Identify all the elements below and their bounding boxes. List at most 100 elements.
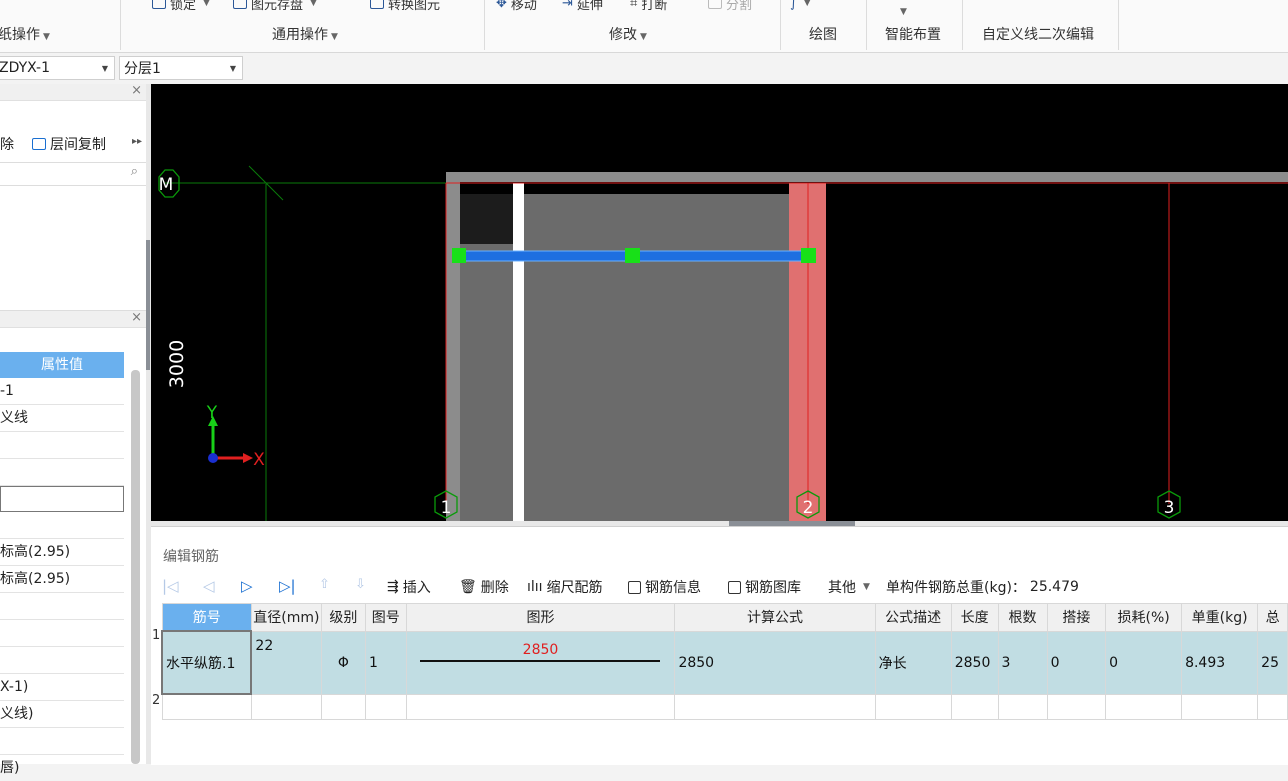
column-header[interactable]: 计算公式 <box>674 603 876 632</box>
rebar-name-cell[interactable]: 水平纵筋.1 <box>160 630 253 695</box>
property-row[interactable] <box>0 647 124 674</box>
lock-button[interactable]: 锁定 ▼ <box>152 0 210 13</box>
extend-button[interactable]: ⇥ 延伸 <box>562 0 603 13</box>
property-row[interactable]: -1 <box>0 378 124 405</box>
table-cell[interactable] <box>250 693 322 720</box>
delete-button[interactable]: 🗑 删除 <box>459 577 509 597</box>
table-cell[interactable] <box>950 693 999 720</box>
property-row[interactable]: 唇) <box>0 755 124 781</box>
search-input[interactable]: ⌕ <box>0 162 146 186</box>
formula-desc-cell[interactable]: 净长 <box>874 630 952 695</box>
group-custom-line-edit[interactable]: 自定义线二次编辑 <box>982 24 1094 44</box>
drawing-canvas[interactable]: M 1 2 3 3000 Y X <box>151 84 1288 521</box>
table-cell[interactable] <box>365 693 407 720</box>
property-row[interactable]: 标高(2.95) <box>0 539 124 566</box>
property-row[interactable] <box>0 728 124 755</box>
move-button[interactable]: ✥ 移动 <box>496 0 537 13</box>
column-header[interactable]: 长度 <box>950 603 999 632</box>
lap-cell[interactable]: 0 <box>1046 630 1107 695</box>
grip-handle-mid[interactable] <box>625 248 640 263</box>
column-header[interactable]: 搭接 <box>1046 603 1107 632</box>
rebar-info-button[interactable]: 钢筋信息 <box>628 577 701 597</box>
left-wall[interactable] <box>446 182 460 521</box>
group-smart-layout[interactable]: 智能布置 <box>885 24 941 44</box>
first-record-icon[interactable]: |◁ <box>162 577 179 595</box>
property-row[interactable]: 义线) <box>0 701 124 728</box>
table-cell[interactable] <box>405 693 676 720</box>
copy-between-floors-button[interactable]: 层间复制 <box>32 134 106 154</box>
property-row[interactable]: 标高(2.95) <box>0 566 124 593</box>
column-header[interactable]: 公式描述 <box>874 603 952 632</box>
shape-cell[interactable]: 2850 <box>405 630 676 695</box>
grade-cell[interactable]: Φ <box>320 630 367 695</box>
property-row[interactable] <box>0 512 124 539</box>
layer-select[interactable]: 分层1 ▼ <box>119 56 243 80</box>
move-down-icon[interactable]: ⇩ <box>355 577 366 592</box>
rebar-library-button[interactable]: 钢筋图库 <box>728 577 801 597</box>
property-row[interactable] <box>0 432 124 459</box>
insert-button[interactable]: ⇶ 插入 <box>387 577 431 597</box>
next-record-icon[interactable]: ▷ <box>241 577 253 595</box>
close-icon[interactable]: × <box>131 310 142 325</box>
table-cell[interactable] <box>1046 693 1107 720</box>
splitter-handle[interactable] <box>146 240 150 370</box>
wall-fill[interactable] <box>524 194 789 521</box>
convert-element-button[interactable]: 转换图元 <box>370 0 440 13</box>
grip-handle-end[interactable] <box>801 248 816 263</box>
group-drawing-ops[interactable]: 纸操作 ▼ <box>0 24 50 44</box>
property-row[interactable] <box>0 593 124 620</box>
property-edit-field[interactable] <box>0 486 124 512</box>
table-cell[interactable] <box>161 693 252 720</box>
column-header[interactable]: 单重(kg) <box>1181 603 1259 632</box>
close-icon[interactable]: × <box>131 83 142 98</box>
properties-scrollbar[interactable] <box>131 370 140 764</box>
count-cell[interactable]: 3 <box>997 630 1048 695</box>
table-cell[interactable] <box>1257 693 1288 720</box>
scale-rebar-button[interactable]: ılıı 缩尺配筋 <box>527 577 603 597</box>
table-cell[interactable] <box>320 693 367 720</box>
loss-cell[interactable]: 0 <box>1105 630 1183 695</box>
more-icon[interactable]: ▸▸ <box>132 136 142 147</box>
column-header[interactable]: 图号 <box>365 603 407 632</box>
total-weight-cell[interactable]: 25 <box>1257 630 1288 695</box>
table-cell[interactable] <box>1181 693 1259 720</box>
property-row[interactable] <box>0 620 124 647</box>
group-draw[interactable]: 绘图 <box>809 24 837 44</box>
other-menu-button[interactable]: 其他 ▼ <box>828 577 870 597</box>
column-header[interactable]: 级别 <box>320 603 367 632</box>
top-beam[interactable] <box>446 172 1288 182</box>
column-header[interactable]: 根数 <box>997 603 1048 632</box>
property-row[interactable] <box>0 459 124 486</box>
column-header[interactable]: 直径(mm) <box>250 603 322 632</box>
table-row[interactable] <box>161 693 1288 720</box>
move-up-icon[interactable]: ⇧ <box>319 577 330 592</box>
formula-cell[interactable]: 2850 <box>674 630 876 695</box>
table-cell[interactable] <box>874 693 952 720</box>
diameter-cell[interactable]: 22 <box>250 630 322 695</box>
delete-button[interactable]: 除 <box>0 134 14 154</box>
length-cell[interactable]: 2850 <box>950 630 999 695</box>
table-cell[interactable] <box>674 693 876 720</box>
group-general-ops[interactable]: 通用操作 ▼ <box>272 24 338 44</box>
grip-handle-start[interactable] <box>452 248 466 263</box>
component-select[interactable]: ZDYX-1 ▼ <box>0 56 115 80</box>
draw-tool-button[interactable]: ∫ ▼ <box>790 0 811 13</box>
last-record-icon[interactable]: ▷| <box>279 577 296 595</box>
split-button[interactable]: 分割 <box>708 0 752 13</box>
white-column[interactable] <box>513 183 524 521</box>
save-element-button[interactable]: 图元存盘 ▼ <box>233 0 317 13</box>
prev-record-icon[interactable]: ◁ <box>203 577 215 595</box>
table-cell[interactable] <box>997 693 1048 720</box>
unit-weight-cell[interactable]: 8.493 <box>1181 630 1259 695</box>
property-row[interactable]: X-1) <box>0 674 124 701</box>
column-header[interactable]: 筋号 <box>161 603 252 632</box>
break-button[interactable]: ⌗ 打断 <box>630 0 667 13</box>
table-row[interactable]: 水平纵筋.1 22 Φ 1 2850 2850 净长 2850 3 0 0 8.… <box>160 630 1288 695</box>
column-header[interactable]: 损耗(%) <box>1105 603 1183 632</box>
column-header[interactable]: 图形 <box>405 603 676 632</box>
property-row[interactable]: 义线 <box>0 405 124 432</box>
group-modify[interactable]: 修改 ▼ <box>609 24 647 44</box>
shape-no-cell[interactable]: 1 <box>365 630 407 695</box>
smart-layout-dropdown[interactable]: ▼ <box>897 2 907 22</box>
column-header[interactable]: 总 <box>1257 603 1288 632</box>
